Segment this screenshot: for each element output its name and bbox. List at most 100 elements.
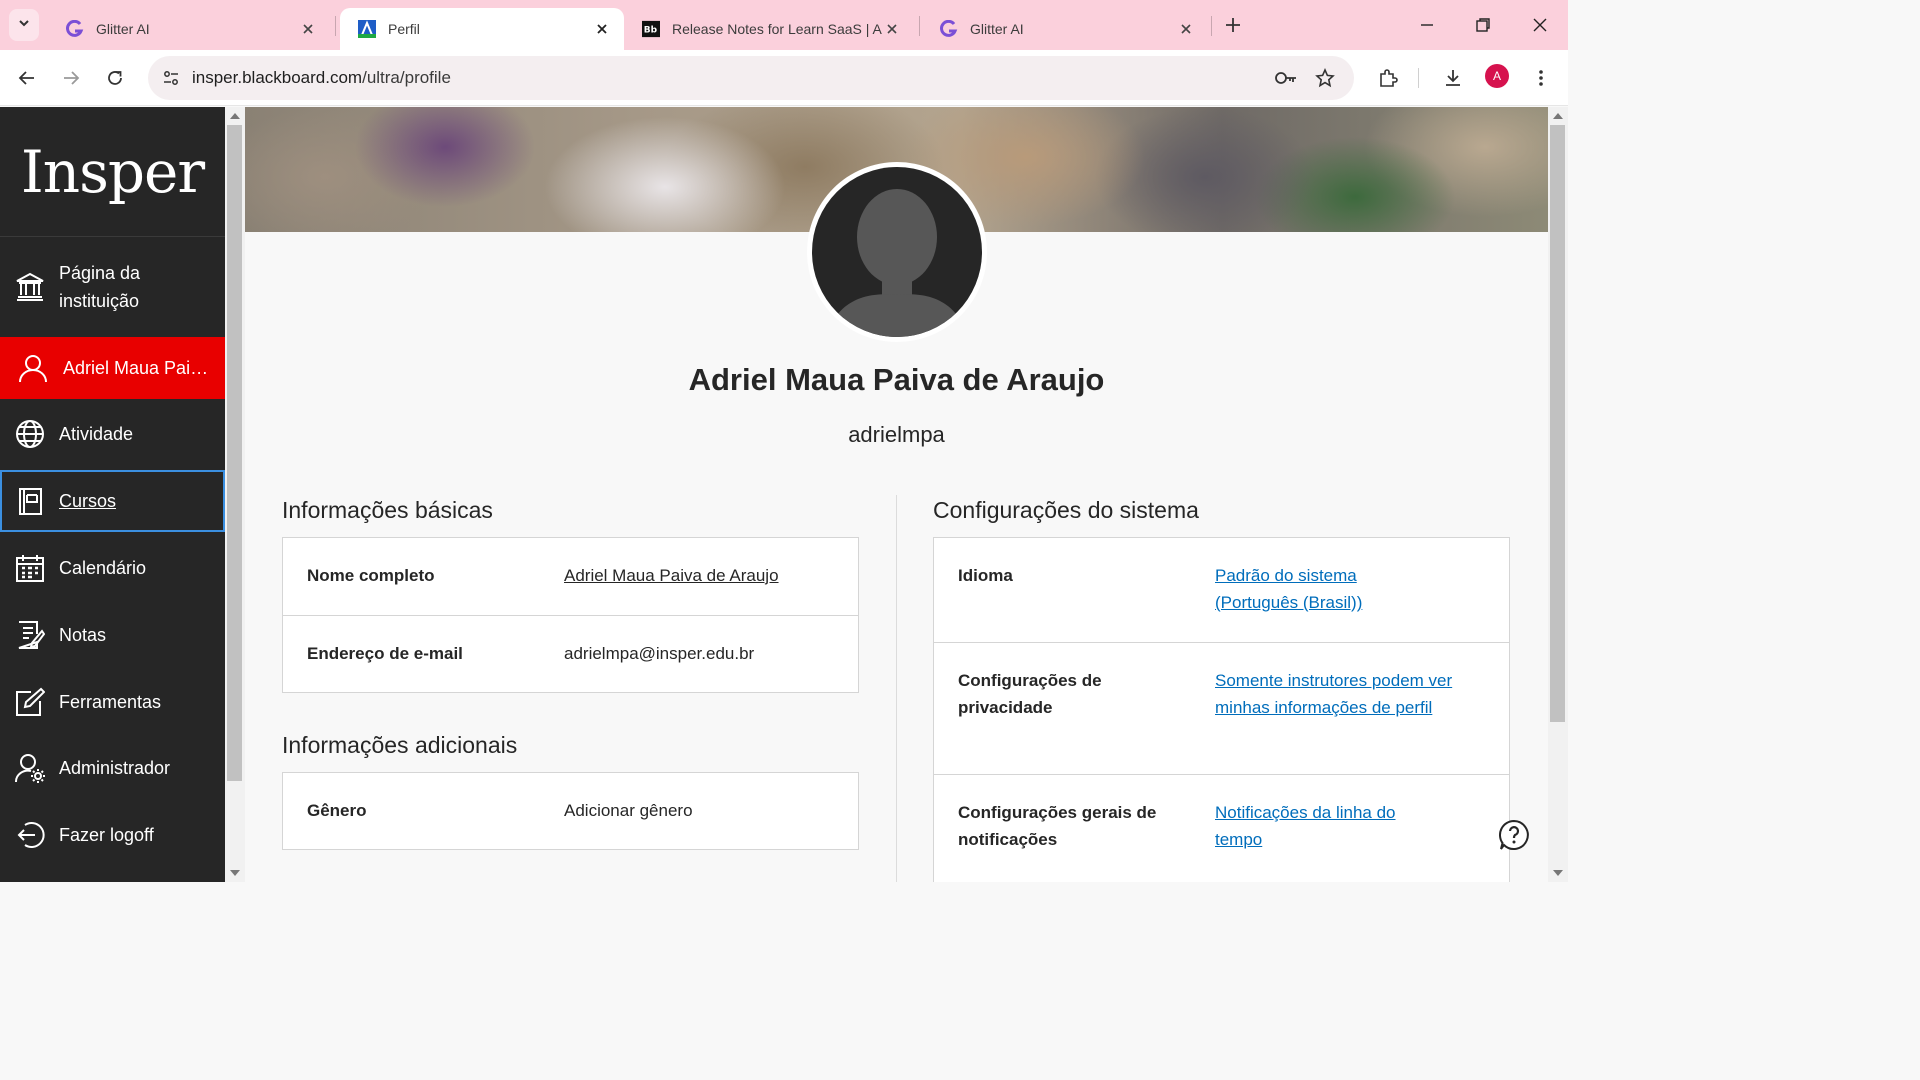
privacy-setting-link[interactable]: Somente instrutores podem ver minhas inf…: [1215, 667, 1455, 721]
nav-item-activity[interactable]: Atividade: [0, 401, 225, 467]
nav-label: Atividade: [59, 424, 134, 444]
tools-icon: [14, 686, 46, 718]
nav-item-calendar[interactable]: Calendário: [0, 535, 225, 601]
restore-button[interactable]: [1468, 10, 1498, 40]
close-tab-icon[interactable]: [882, 19, 902, 39]
password-key-icon[interactable]: [1271, 63, 1301, 93]
notification-setting-link[interactable]: Notificações da linha do tempo: [1215, 799, 1435, 853]
insper-logo[interactable]: Insper: [0, 107, 225, 237]
site-info-icon[interactable]: [156, 63, 186, 93]
email-value: adrielmpa@insper.edu.br: [564, 644, 755, 663]
settings-row: Configurações gerais de notificações Not…: [934, 775, 1509, 882]
nav-label: Ferramentas: [59, 692, 162, 712]
tab-title: Perfil: [388, 21, 420, 37]
new-tab-button[interactable]: [1220, 12, 1246, 38]
profile-avatar[interactable]: A: [1485, 64, 1509, 88]
tab-release-notes[interactable]: Bb Release Notes for Learn SaaS | A: [624, 8, 914, 50]
close-window-button[interactable]: [1525, 10, 1555, 40]
scrollbar-thumb[interactable]: [227, 125, 242, 781]
profile-username: adrielmpa: [848, 422, 945, 447]
nav-label: Notas: [59, 625, 107, 645]
nav-label: Fazer logoff: [59, 825, 154, 845]
full-name-link[interactable]: Adriel Maua Paiva de Araujo: [564, 562, 779, 589]
default-avatar-icon: [812, 167, 982, 337]
logo-text: Insper: [20, 137, 205, 206]
admin-icon: [14, 752, 46, 784]
profile-page: Adriel Maua Paiva de Araujo adrielmpa In…: [245, 107, 1548, 882]
nav-item-logout[interactable]: Fazer logoff: [0, 802, 225, 868]
nav-item-institution-page[interactable]: Página da instituição: [0, 238, 225, 336]
nav-label: Cursos: [59, 491, 117, 511]
reload-button[interactable]: [99, 62, 131, 94]
blackboard-favicon-icon: Bb: [642, 20, 660, 38]
close-tab-icon[interactable]: [1176, 19, 1196, 39]
browser-menu-icon[interactable]: [1525, 62, 1557, 94]
language-setting-link[interactable]: Padrão do sistema (Português (Brasil)): [1215, 562, 1415, 616]
close-tab-icon[interactable]: [298, 19, 318, 39]
basic-info-row: Endereço de e-mail adrielmpa@insper.edu.…: [283, 616, 858, 693]
basic-info-card: Nome completo Adriel Maua Paiva de Arauj…: [282, 537, 859, 693]
browser-tabstrip: Glitter AI Perfil Bb Release Notes for L…: [0, 0, 1568, 50]
settings-row: Configurações de privacidade Somente ins…: [934, 643, 1509, 775]
url-path: /ultra/profile: [362, 68, 451, 87]
tab-title: Glitter AI: [970, 21, 1024, 37]
logout-icon: [14, 819, 46, 851]
url-text: insper.blackboard.com/ultra/profile: [192, 68, 451, 88]
address-bar[interactable]: insper.blackboard.com/ultra/profile: [148, 56, 1354, 100]
system-settings-card: Idioma Padrão do sistema (Português (Bra…: [933, 537, 1510, 882]
minimize-button[interactable]: [1412, 10, 1442, 40]
profile-full-name: Adriel Maua Paiva de Araujo: [688, 362, 1105, 397]
field-label: Configurações gerais de notificações: [958, 803, 1157, 849]
nav-item-grades[interactable]: Notas: [0, 602, 225, 668]
nav-item-courses[interactable]: Cursos: [0, 470, 225, 532]
close-tab-icon[interactable]: [592, 19, 612, 39]
tab-perfil[interactable]: Perfil: [340, 8, 624, 50]
field-label: Gênero: [307, 801, 367, 820]
bookmark-star-icon[interactable]: [1310, 63, 1340, 93]
help-button[interactable]: [1498, 819, 1530, 856]
basic-info-row: Nome completo Adriel Maua Paiva de Arauj…: [283, 538, 858, 616]
url-domain: insper.blackboard.com: [192, 68, 363, 87]
help-question-icon: [1498, 819, 1530, 856]
page-scrollbar[interactable]: [1548, 107, 1568, 882]
nav-item-profile[interactable]: Adriel Maua Paiva de Araujo: [0, 337, 225, 399]
additional-info-card: Gênero Adicionar gênero: [282, 772, 859, 850]
scroll-down-arrow-icon[interactable]: [1553, 870, 1563, 876]
nav-label: Administrador: [59, 758, 171, 778]
forward-button[interactable]: [55, 62, 87, 94]
additional-info-row: Gênero Adicionar gênero: [283, 773, 858, 850]
tab-search-button[interactable]: [9, 9, 39, 41]
downloads-icon[interactable]: [1437, 62, 1469, 94]
grades-icon: [14, 619, 46, 651]
nav-scrollbar[interactable]: [225, 107, 245, 882]
tab-glitter-ai-1[interactable]: Glitter AI: [48, 8, 330, 50]
system-settings-heading: Configurações do sistema: [933, 497, 1199, 523]
add-gender-button[interactable]: Adicionar gênero: [564, 797, 693, 824]
svg-text:Bb: Bb: [644, 26, 658, 36]
scroll-up-arrow-icon[interactable]: [230, 113, 240, 119]
toolbar-divider: [1418, 68, 1419, 88]
field-label: Nome completo: [307, 566, 435, 585]
scrollbar-thumb[interactable]: [1550, 125, 1565, 722]
scroll-down-arrow-icon[interactable]: [230, 870, 240, 876]
nav-item-admin[interactable]: Administrador: [0, 735, 225, 801]
glitter-favicon-icon: [66, 20, 84, 38]
field-label: Endereço de e-mail: [307, 644, 463, 663]
back-button[interactable]: [11, 62, 43, 94]
column-divider: [896, 495, 897, 882]
extensions-icon[interactable]: [1372, 62, 1404, 94]
nav-item-tools[interactable]: Ferramentas: [0, 669, 225, 735]
globe-icon: [14, 418, 46, 450]
chevron-down-icon: [17, 16, 31, 35]
calendar-icon: [14, 552, 46, 584]
scroll-up-arrow-icon[interactable]: [1553, 113, 1563, 119]
nav-label: Adriel Maua Paiva de Araujo: [63, 358, 213, 378]
profile-avatar-image[interactable]: [807, 162, 987, 342]
nav-label: Calendário: [59, 558, 147, 578]
browser-toolbar: insper.blackboard.com/ultra/profile A: [0, 50, 1568, 106]
glitter-favicon-icon: [940, 20, 958, 38]
settings-row: Idioma Padrão do sistema (Português (Bra…: [934, 538, 1509, 643]
field-label: Idioma: [958, 566, 1013, 585]
tab-glitter-ai-2[interactable]: Glitter AI: [922, 8, 1208, 50]
tab-divider: [1211, 16, 1212, 36]
